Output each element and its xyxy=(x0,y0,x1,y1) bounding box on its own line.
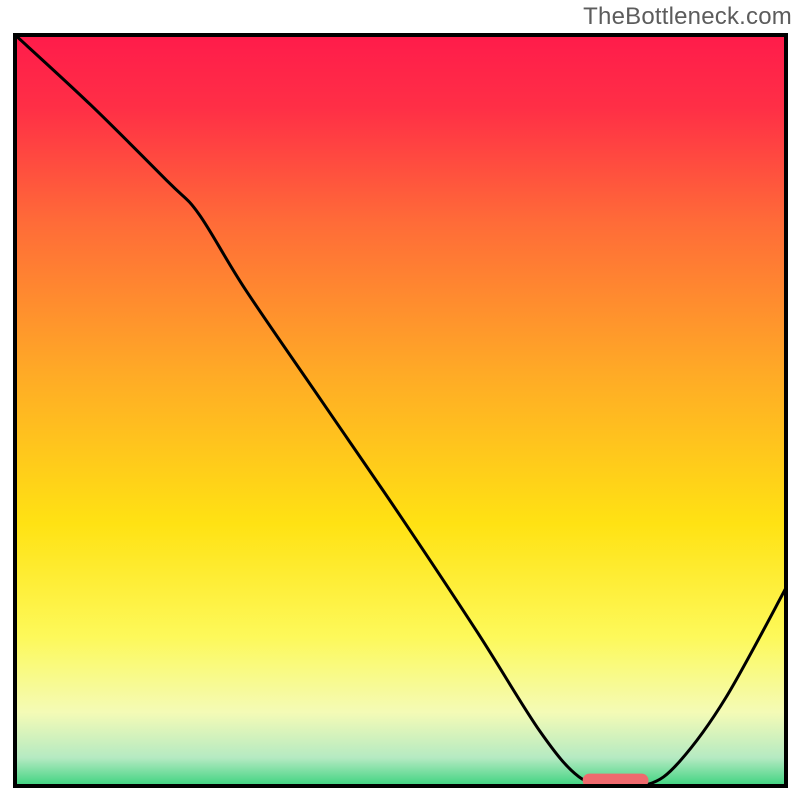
bottleneck-chart xyxy=(13,33,788,788)
chart-frame: TheBottleneck.com xyxy=(0,0,800,800)
watermark-text: TheBottleneck.com xyxy=(583,3,792,31)
gradient-background xyxy=(13,33,788,788)
